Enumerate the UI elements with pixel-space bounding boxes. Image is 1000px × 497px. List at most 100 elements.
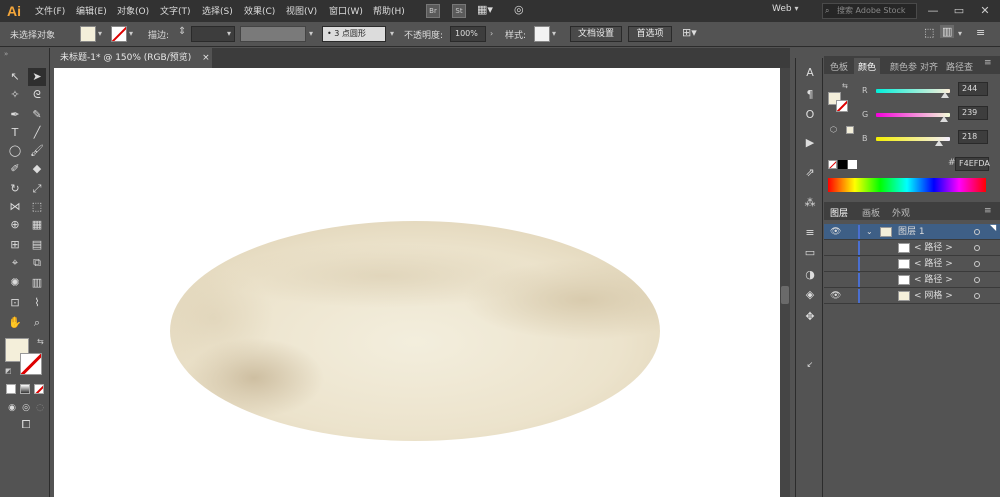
free-transform-tool-icon[interactable]: ⬚ — [28, 198, 46, 216]
target-circle-icon[interactable] — [974, 261, 980, 267]
menu-edit[interactable]: 编辑(E) — [76, 4, 107, 17]
appearance-panel-icon[interactable]: ◈ — [799, 286, 821, 304]
screen-mode-icon[interactable]: ⧠ — [16, 416, 36, 434]
red-slider[interactable] — [876, 89, 950, 93]
blend-tool-icon[interactable]: ⧉ — [28, 254, 46, 272]
mesh-tool-icon[interactable]: ⊞ — [6, 236, 24, 254]
expand-chevron-icon[interactable]: ⌄ — [866, 224, 873, 240]
fill-swatch[interactable] — [80, 26, 96, 42]
control-panel-menu-icon[interactable]: ≡ — [976, 26, 985, 39]
scale-tool-icon[interactable]: ⤢ — [28, 180, 46, 198]
curvature-tool-icon[interactable]: ✎ — [28, 106, 46, 124]
blue-slider-thumb[interactable] — [935, 140, 943, 146]
layer-row[interactable]: 👁 < 网格 > — [824, 288, 1000, 304]
minimize-button[interactable]: — — [920, 0, 946, 22]
swap-colors-icon[interactable]: ⇆ — [842, 82, 848, 90]
export-panel-icon[interactable]: ⇗ — [799, 164, 821, 182]
color-spectrum[interactable] — [828, 178, 986, 192]
chevron-down-icon[interactable]: ▾ — [98, 29, 102, 38]
none-swatch[interactable] — [828, 160, 837, 169]
chevron-down-icon[interactable]: ▾ — [958, 29, 962, 38]
stroke-panel-icon[interactable]: ≡ — [799, 224, 821, 242]
gradient-tool-icon[interactable]: ▤ — [28, 236, 46, 254]
rotate-tool-icon[interactable]: ↻ — [6, 180, 24, 198]
paintbrush-tool-icon[interactable]: 🖌 — [28, 142, 46, 160]
hex-value-input[interactable]: F4EFDA — [955, 157, 990, 171]
chevron-right-icon[interactable]: › — [490, 29, 493, 38]
color-mode-icon[interactable] — [6, 384, 16, 394]
tab-pathfinder[interactable]: 路径查 — [946, 60, 973, 73]
visibility-eye-icon[interactable]: 👁 — [830, 224, 841, 240]
black-swatch[interactable] — [838, 160, 847, 169]
graphic-styles-icon[interactable]: ✥ — [799, 308, 821, 326]
stroke-swatch-none[interactable] — [111, 26, 127, 42]
chevron-down-icon[interactable]: ▾ — [309, 29, 313, 38]
hand-tool-icon[interactable]: ✋ — [6, 314, 24, 332]
gradient-mode-icon[interactable] — [20, 384, 30, 394]
selection-tool-icon[interactable]: ↖ — [6, 68, 24, 86]
direct-selection-tool-icon[interactable]: ➤ — [28, 68, 46, 86]
workspace-switcher[interactable]: Web ▾ — [772, 4, 799, 14]
slice-tool-icon[interactable]: ⌇ — [28, 294, 46, 312]
visibility-eye-icon[interactable]: 👁 — [830, 288, 841, 304]
stroke-color-box[interactable] — [20, 353, 42, 375]
opentype-panel-icon[interactable]: O — [799, 106, 821, 124]
swap-colors-icon[interactable]: ⇆ — [37, 337, 44, 346]
lasso-tool-icon[interactable]: ᘓ — [28, 86, 46, 104]
menu-help[interactable]: 帮助(H) — [373, 4, 405, 17]
preferences-button[interactable]: 首选项 — [628, 26, 672, 42]
eyedropper-tool-icon[interactable]: ⌖ — [6, 254, 24, 272]
gamut-swatch[interactable] — [846, 126, 854, 134]
shape-builder-tool-icon[interactable]: ⊕ — [6, 216, 24, 234]
tab-align[interactable]: 对齐 — [920, 60, 938, 73]
isolate-icon[interactable]: ⬚ — [924, 26, 934, 39]
stroke-weight-input[interactable]: ▾ — [191, 26, 235, 42]
red-value-input[interactable]: 244 — [958, 82, 988, 96]
panel-menu-icon[interactable]: ▥ — [940, 25, 955, 38]
paragraph-panel-icon[interactable]: ¶ — [799, 86, 821, 104]
artboard[interactable] — [54, 68, 780, 497]
target-circle-icon[interactable] — [974, 277, 980, 283]
opacity-input[interactable]: 100% — [450, 26, 486, 42]
tab-appearance[interactable]: 外观 — [892, 206, 910, 219]
tab-artboards[interactable]: 画板 — [862, 206, 880, 219]
stock-search-input[interactable]: 搜索 Adobe Stock — [822, 3, 917, 19]
gpu-performance-icon[interactable]: ◎ — [514, 3, 524, 16]
type-tool-icon[interactable]: T — [6, 124, 24, 142]
green-value-input[interactable]: 239 — [958, 106, 988, 120]
green-slider[interactable] — [876, 113, 950, 117]
draw-inside-icon[interactable]: ◌ — [31, 399, 49, 417]
close-window-button[interactable]: ✕ — [972, 0, 998, 22]
blue-value-input[interactable]: 218 — [958, 130, 988, 144]
color-stroke-box[interactable] — [836, 100, 848, 112]
collapse-icon[interactable]: » — [4, 50, 8, 58]
green-slider-thumb[interactable] — [940, 116, 948, 122]
layer-row[interactable]: 👁 ⌄ 图层 1 ◥ — [824, 223, 1000, 240]
column-graph-tool-icon[interactable]: ▥ — [28, 274, 46, 292]
chevron-down-icon[interactable]: ▾ — [552, 29, 556, 38]
none-mode-icon[interactable] — [34, 384, 44, 394]
artboard-tool-icon[interactable]: ⊡ — [6, 294, 24, 312]
vertical-scrollbar[interactable] — [780, 68, 790, 497]
target-circle-icon[interactable] — [974, 229, 980, 235]
tab-color-guide[interactable]: 颜色参 — [890, 60, 917, 73]
variable-width-profile[interactable] — [240, 26, 306, 42]
menu-view[interactable]: 视图(V) — [286, 4, 317, 17]
graphic-style-swatch[interactable] — [534, 26, 550, 42]
scroll-thumb[interactable] — [781, 286, 789, 304]
bridge-button[interactable]: Br — [426, 4, 440, 18]
ellipse-tool-icon[interactable]: ◯ — [6, 142, 24, 160]
magic-wand-tool-icon[interactable]: ✧ — [6, 86, 24, 104]
character-panel-icon[interactable]: A — [799, 64, 821, 82]
panel-menu-icon[interactable]: ≡ — [984, 206, 992, 216]
target-circle-icon[interactable] — [974, 245, 980, 251]
perspective-grid-tool-icon[interactable]: ▦ — [28, 216, 46, 234]
default-colors-icon[interactable]: ◩ — [5, 367, 12, 375]
white-swatch[interactable] — [848, 160, 857, 169]
shaper-tool-icon[interactable]: ✐ — [6, 160, 24, 178]
align-icon[interactable]: ⊞▾ — [682, 26, 697, 39]
pen-tool-icon[interactable]: ✒ — [6, 106, 24, 124]
menu-type[interactable]: 文字(T) — [160, 4, 191, 17]
layer-options-icon[interactable]: ↙ — [799, 356, 821, 374]
stroke-weight-stepper[interactable]: ⇕ — [178, 26, 186, 37]
